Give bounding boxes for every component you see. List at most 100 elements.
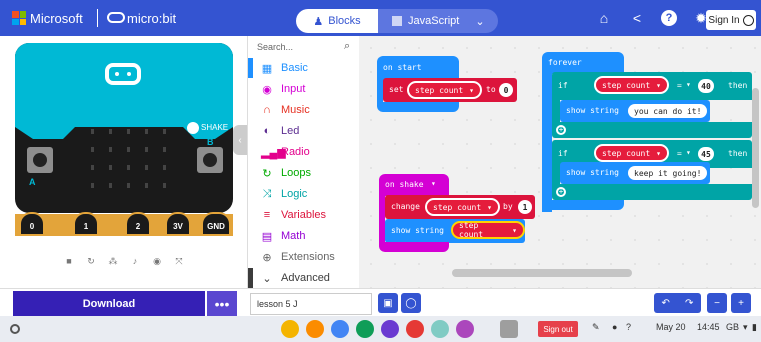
microbit-board[interactable]: A B SHAKE (15, 43, 233, 213)
add-else-icon[interactable]: + (556, 187, 566, 197)
variable-dropdown[interactable]: step count ▾ (407, 81, 482, 99)
pin-3v[interactable]: 3V (165, 212, 191, 236)
button-a-label: A (29, 177, 36, 187)
lines-icon: ≡ (263, 209, 271, 221)
compare-value-field[interactable]: 40 (698, 79, 714, 93)
toolbox-search-input[interactable]: Search... (257, 42, 293, 52)
category-basic[interactable]: ▦ Basic (248, 58, 308, 78)
category-led[interactable]: ◐ Led (248, 121, 299, 141)
show-string-block[interactable]: show string you can do it! (560, 100, 710, 122)
app-icon-7[interactable] (431, 320, 449, 338)
button-a[interactable] (27, 147, 53, 173)
project-name-input[interactable]: lesson 5 J (250, 293, 372, 315)
mute-icon[interactable]: ♪ (129, 256, 141, 267)
time-label[interactable]: 14:45 (697, 322, 720, 332)
sign-out-button[interactable]: Sign out (538, 321, 578, 337)
more-options-button[interactable]: ••• (207, 291, 237, 317)
button-b[interactable] (197, 147, 223, 173)
app-icon-5[interactable] (381, 320, 399, 338)
github-button[interactable]: ◯ (401, 293, 421, 313)
classroom-app-icon[interactable] (356, 320, 374, 338)
category-math[interactable]: ▤ Math (248, 226, 305, 246)
if-footer-1: + (552, 122, 752, 138)
wifi-icon[interactable]: ▾ (743, 322, 748, 333)
search-icon[interactable]: ⌕ (344, 40, 350, 53)
variable-dropdown[interactable]: step count ▾ (451, 221, 525, 239)
category-loops[interactable]: ↻ Loops (248, 163, 311, 183)
launcher-icon[interactable] (10, 324, 20, 334)
sign-in-button[interactable]: Sign In (706, 10, 756, 30)
variable-dropdown[interactable]: step count ▾ (594, 144, 669, 162)
category-math-label: Math (281, 230, 306, 242)
date-label[interactable]: May 20 (656, 322, 686, 332)
category-radio[interactable]: ▂▄▆ Radio (248, 142, 310, 162)
text-input-field[interactable]: you can do it! (628, 104, 708, 118)
category-variables[interactable]: ≡ Variables (248, 205, 326, 225)
workspace-vertical-scrollbar[interactable] (752, 88, 759, 208)
region-label[interactable]: GB (726, 322, 739, 332)
target-icon: ◉ (262, 83, 272, 96)
shield-icon[interactable]: ● (612, 322, 617, 332)
variable-dropdown[interactable]: step count ▾ (594, 76, 669, 94)
operator-dropdown[interactable]: = (677, 81, 682, 90)
shake-button[interactable] (187, 122, 199, 134)
operator-dropdown[interactable]: = (677, 149, 682, 158)
if-keyword: if (558, 149, 568, 158)
undo-icon[interactable]: ↶ (654, 293, 678, 313)
redo-icon[interactable]: ↷ (678, 293, 702, 313)
workspace-horizontal-scrollbar[interactable] (452, 269, 632, 277)
pin-gnd[interactable]: GND (201, 212, 231, 236)
add-else-icon[interactable]: + (556, 125, 566, 135)
category-input[interactable]: ◉ Input (248, 79, 305, 99)
zoom-in-button[interactable]: + (731, 293, 751, 313)
pin-1[interactable]: 1 (73, 212, 99, 236)
stop-icon[interactable]: ■ (63, 256, 75, 267)
if-block-1[interactable]: if step count ▾ = ▾ 40 then (552, 72, 752, 100)
pen-icon[interactable]: ✎ (592, 322, 600, 333)
fullscreen-icon[interactable]: ⤧ (173, 256, 185, 267)
battery-icon[interactable]: ▮ (752, 322, 757, 333)
forever-block[interactable]: forever (542, 52, 624, 74)
pin-2[interactable]: 2 (125, 212, 151, 236)
start-value-field[interactable]: 0 (499, 83, 513, 97)
dropdown-arrow-icon: ▾ (487, 202, 492, 212)
share-icon[interactable]: < (629, 10, 645, 26)
tab-blocks[interactable]: ♟ Blocks (296, 9, 378, 33)
category-extensions[interactable]: ⊕ Extensions (248, 247, 335, 267)
save-button[interactable]: ▣ (378, 293, 398, 313)
blocks-workspace[interactable]: on start set step count ▾ to 0 on shake ▾… (359, 36, 761, 288)
tab-javascript[interactable]: JavaScript ⌄ (378, 9, 498, 33)
help-icon[interactable]: ? (661, 10, 677, 26)
variable-dropdown[interactable]: step count ▾ (425, 198, 500, 216)
app-icon-8[interactable] (456, 320, 474, 338)
files-app-icon[interactable] (306, 320, 324, 338)
show-string-block[interactable]: show string step count ▾ (385, 219, 525, 243)
makecode-window: Microsoft micro:bit ♟ Blocks JavaScript … (0, 0, 761, 342)
category-logic[interactable]: ⤨ Logic (248, 184, 307, 204)
category-music[interactable]: ∩ Music (248, 100, 310, 120)
docs-app-icon[interactable] (331, 320, 349, 338)
slowmo-icon[interactable]: ⁂ (107, 256, 119, 267)
restart-icon[interactable]: ↻ (85, 256, 97, 267)
change-variable-block[interactable]: change step count ▾ by 1 (385, 195, 535, 219)
app-icon-6[interactable] (406, 320, 424, 338)
compare-value-field[interactable]: 45 (698, 147, 714, 161)
chevron-down-icon[interactable]: ⌄ (475, 15, 484, 28)
screenshot-icon[interactable]: ◉ (151, 256, 163, 267)
on-shake-block[interactable]: on shake ▾ (379, 174, 449, 196)
show-string-block[interactable]: show string keep it going! (560, 162, 710, 184)
change-value-field[interactable]: 1 (518, 200, 532, 214)
home-icon[interactable]: ⌂ (596, 10, 612, 26)
zoom-out-button[interactable]: − (707, 293, 727, 313)
collapse-simulator-button[interactable]: ‹ (233, 125, 247, 155)
app-icon-9[interactable] (500, 320, 518, 338)
dropdown-arrow-icon[interactable]: ▾ (431, 179, 436, 188)
microbit-label[interactable]: micro:bit (127, 11, 176, 26)
category-advanced[interactable]: ⌄ Advanced (248, 268, 330, 288)
text-input-field[interactable]: keep it going! (628, 166, 708, 180)
chrome-app-icon[interactable] (281, 320, 299, 338)
help-icon[interactable]: ? (626, 322, 631, 332)
pin-0[interactable]: 0 (19, 212, 45, 236)
set-variable-block[interactable]: set step count ▾ to 0 (383, 78, 517, 102)
download-button[interactable]: Download (13, 291, 205, 317)
